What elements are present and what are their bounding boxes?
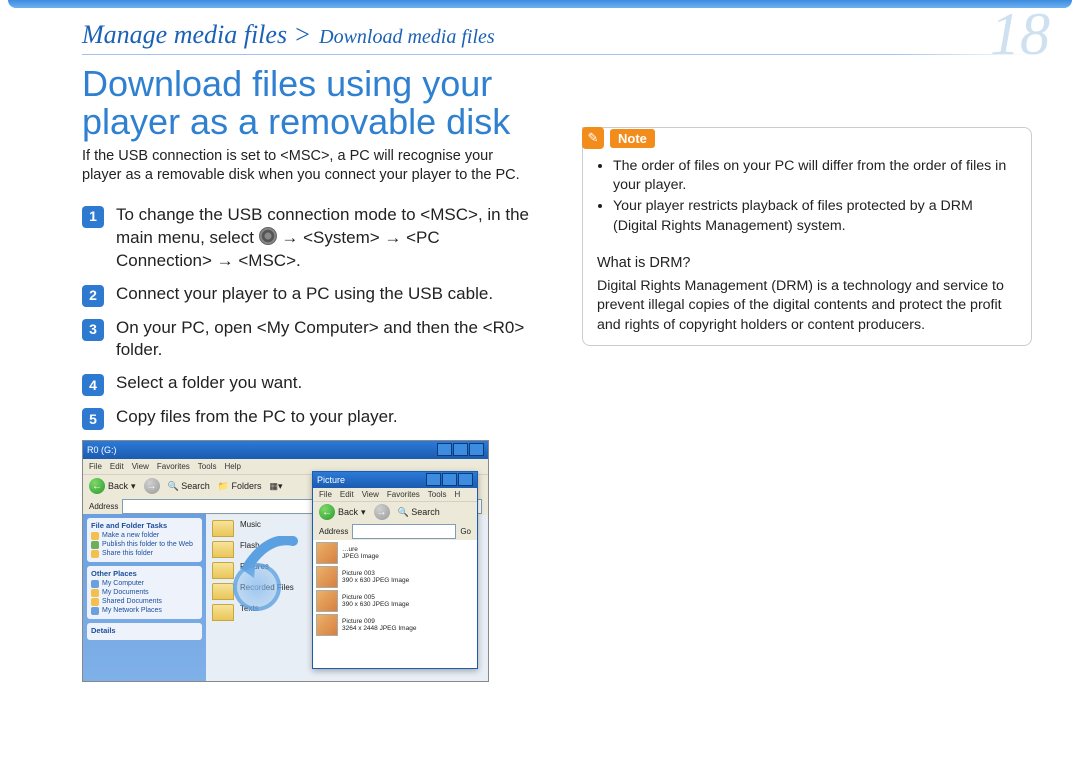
window-title: Picture: [317, 475, 345, 485]
page: 18 Manage media files > Download media f…: [0, 0, 1080, 762]
step-2: 2 Connect your player to a PC using the …: [82, 283, 532, 307]
folder-icon: [212, 520, 234, 537]
views-button: ▦▾: [270, 481, 283, 492]
step-text: Copy files from the PC to your player.: [116, 406, 398, 430]
folder-icon: [212, 583, 234, 600]
drm-answer: Digital Rights Management (DRM) is a tec…: [597, 277, 1017, 335]
step-number: 1: [82, 206, 104, 228]
menu-item: Help: [224, 462, 240, 471]
folder-icon: [212, 541, 234, 558]
note-bullet: The order of files on your PC will diffe…: [613, 157, 1017, 195]
note-icon: ✎: [582, 127, 604, 149]
breadcrumb-level1: Manage media files >: [82, 20, 311, 50]
side-panel: File and Folder Tasks Make a new folder …: [83, 514, 206, 681]
note-callout: ✎ Note The order of files on your PC wil…: [582, 127, 1032, 346]
window-title: R0 (G:): [87, 445, 117, 455]
breadcrumb: Manage media files > Download media file…: [0, 8, 1080, 50]
step-text: Select a folder you want.: [116, 372, 302, 396]
explorer-screenshot: R0 (G:) File Edit View Favorites Tools H…: [82, 440, 489, 682]
step-number: 5: [82, 408, 104, 430]
search-button: 🔍 Search: [168, 481, 210, 492]
folders-button: 📁 Folders: [218, 481, 262, 492]
step-text: On your PC, open <My Computer> and then …: [116, 317, 532, 363]
step-5: 5 Copy files from the PC to your player.: [82, 406, 532, 430]
menu-item: View: [132, 462, 149, 471]
titlebar: R0 (G:): [83, 441, 488, 459]
forward-button: →: [144, 478, 160, 494]
menu-item: File: [89, 462, 102, 471]
address-label: Address: [89, 502, 118, 511]
window-buttons: [436, 443, 484, 458]
window-picture: Picture FileEditViewFavoritesToolsH ←Bac…: [312, 471, 478, 669]
note-bullet: Your player restricts playback of files …: [613, 197, 1017, 235]
places-header: Other Places: [91, 569, 198, 578]
picture-list: …ureJPEG Image Picture 003390 x 630 JPEG…: [313, 539, 477, 668]
page-number: 18: [990, 0, 1050, 69]
thumbnail-icon: [316, 614, 338, 636]
menu-item: Favorites: [157, 462, 190, 471]
drm-question: What is DRM?: [597, 254, 1017, 274]
step-number: 4: [82, 374, 104, 396]
step-text: To change the USB connection mode to <MS…: [116, 204, 532, 273]
gear-icon: [259, 227, 277, 245]
menu-item: Tools: [198, 462, 217, 471]
details-header: Details: [91, 626, 198, 635]
left-column: Download files using your player as a re…: [82, 65, 532, 682]
breadcrumb-level2: Download media files: [319, 26, 495, 49]
note-bullets: The order of files on your PC will diffe…: [597, 157, 1017, 236]
back-button: ←Back ▾: [89, 478, 136, 494]
go-button: Go: [460, 527, 471, 536]
right-column: ✎ Note The order of files on your PC wil…: [582, 65, 1032, 682]
step-3: 3 On your PC, open <My Computer> and the…: [82, 317, 532, 363]
step-number: 2: [82, 285, 104, 307]
tasks-header: File and Folder Tasks: [91, 521, 198, 530]
note-label: Note: [610, 129, 655, 148]
thumbnail-icon: [316, 542, 338, 564]
steps-list: 1 To change the USB connection mode to <…: [82, 204, 532, 431]
step-text: Connect your player to a PC using the US…: [116, 283, 493, 307]
thumbnail-icon: [316, 590, 338, 612]
menu-item: Edit: [110, 462, 124, 471]
window-buttons: [425, 473, 473, 488]
folder-icon: [212, 604, 234, 621]
page-title: Download files using your player as a re…: [82, 65, 532, 141]
step-4: 4 Select a folder you want.: [82, 372, 532, 396]
thumbnail-icon: [316, 566, 338, 588]
top-accent-bar: [8, 0, 1072, 8]
folder-icon: [212, 562, 234, 579]
step-number: 3: [82, 319, 104, 341]
step-1: 1 To change the USB connection mode to <…: [82, 204, 532, 273]
intro-text: If the USB connection is set to <MSC>, a…: [82, 147, 532, 186]
